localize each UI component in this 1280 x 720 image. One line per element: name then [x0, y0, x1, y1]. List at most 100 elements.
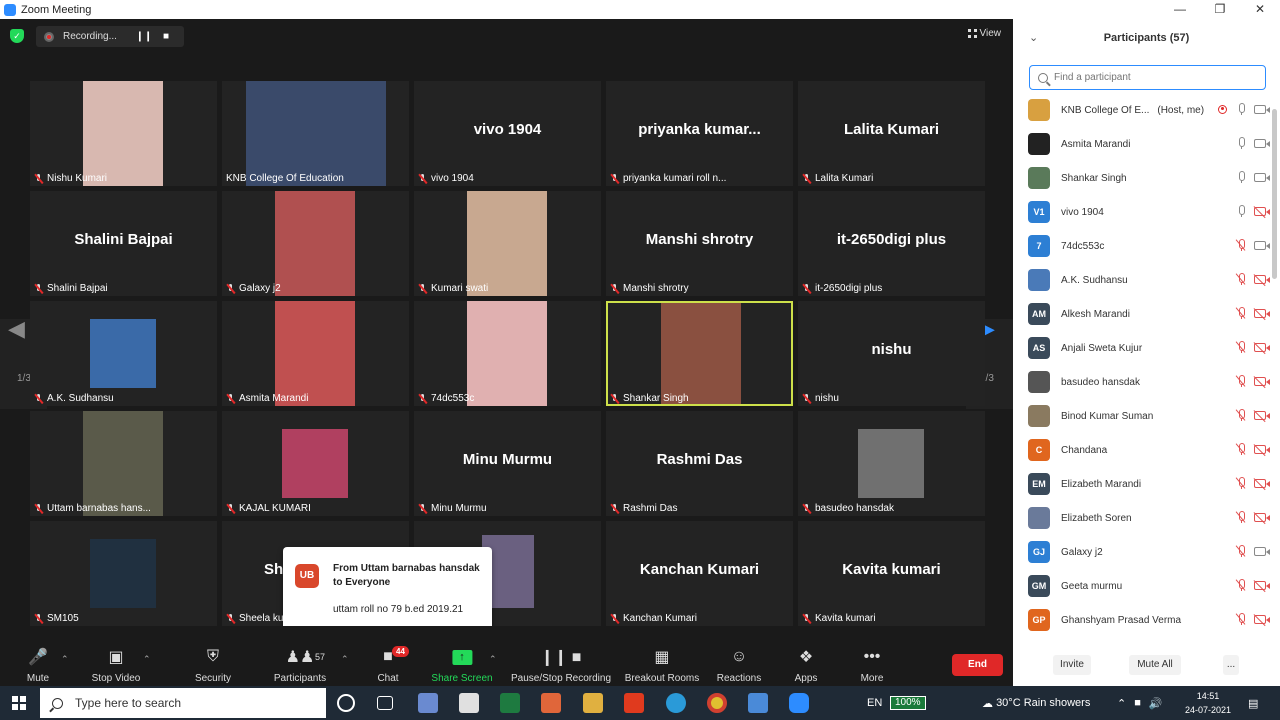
share-options-caret-icon[interactable]: ⌃ — [489, 654, 497, 665]
zoom-taskbar-icon[interactable] — [789, 693, 809, 713]
battery-indicator[interactable]: 100% — [890, 686, 926, 720]
camera-off-icon[interactable] — [1253, 579, 1270, 592]
mic-muted-icon[interactable] — [1235, 375, 1246, 387]
video-tile[interactable]: Galaxy j2 — [222, 191, 409, 296]
participant-row[interactable]: GP Ghanshyam Prasad Verma — [1013, 603, 1271, 637]
participant-row[interactable]: Asmita Marandi — [1013, 127, 1271, 161]
camera-icon[interactable] — [1254, 138, 1270, 148]
participant-row[interactable]: Binod Kumar Suman — [1013, 399, 1271, 433]
clock[interactable]: 14:51 24-07-2021 — [1185, 689, 1231, 717]
language-indicator[interactable]: EN — [867, 686, 882, 720]
camera-icon[interactable] — [1254, 240, 1270, 250]
video-tile[interactable]: Lalita Kumari Lalita Kumari — [798, 81, 985, 186]
panel-more-button[interactable]: ... — [1223, 655, 1239, 675]
video-tile[interactable]: KNB College Of Education — [222, 81, 409, 186]
stop-recording-icon[interactable]: ■ — [155, 31, 177, 42]
video-options-caret-icon[interactable]: ⌃ — [143, 654, 151, 665]
invite-button[interactable]: Invite — [1053, 655, 1091, 675]
office-icon[interactable] — [624, 693, 644, 713]
mic-muted-icon[interactable] — [1235, 341, 1246, 353]
panel-scrollbar[interactable] — [1272, 109, 1277, 279]
video-tile[interactable]: Nishu Kumari — [30, 81, 217, 186]
mic-muted-icon[interactable] — [1235, 409, 1246, 421]
breakout-rooms-button[interactable]: ▦ Breakout Rooms — [625, 646, 699, 684]
video-tile[interactable]: Kanchan Kumari Kanchan Kumari — [606, 521, 793, 626]
mic-icon[interactable] — [1237, 103, 1245, 115]
weather-widget[interactable]: ☁ 30°C Rain showers — [982, 686, 1090, 720]
video-tile[interactable]: it-2650digi plus it-2650digi plus — [798, 191, 985, 296]
participant-search[interactable] — [1029, 65, 1266, 90]
pause-stop-recording-button[interactable]: ❙❙ ■ Pause/Stop Recording — [511, 646, 611, 684]
participant-row[interactable]: basudeo hansdak — [1013, 365, 1271, 399]
video-tile[interactable]: Minu Murmu Minu Murmu — [414, 411, 601, 516]
volume-icon[interactable]: 🔊 — [1149, 697, 1163, 710]
camera-icon[interactable] — [1254, 172, 1270, 182]
notifications-icon[interactable]: ▤ — [1248, 686, 1258, 720]
video-tile[interactable]: Shalini Bajpai Shalini Bajpai — [30, 191, 217, 296]
mute-button[interactable]: 🎤 Mute — [27, 646, 49, 684]
camera-off-icon[interactable] — [1253, 307, 1270, 320]
video-tile[interactable]: Kumari swati — [414, 191, 601, 296]
stop-video-button[interactable]: ▣ Stop Video — [92, 646, 141, 684]
reactions-button[interactable]: ☺ Reactions — [717, 646, 761, 684]
participant-row[interactable]: A.K. Sudhansu — [1013, 263, 1271, 297]
participant-row[interactable]: KNB College Of E... (Host, me) — [1013, 93, 1271, 127]
participant-row[interactable]: GM Geeta murmu — [1013, 569, 1271, 603]
video-tile[interactable]: KAJAL KUMARI — [222, 411, 409, 516]
video-tile[interactable]: Uttam barnabas hans... — [30, 411, 217, 516]
video-tile[interactable]: vivo 1904 vivo 1904 — [414, 81, 601, 186]
video-tile[interactable]: Asmita Marandi — [222, 301, 409, 406]
participant-row[interactable]: AS Anjali Sweta Kujur — [1013, 331, 1271, 365]
chrome-icon[interactable] — [707, 693, 727, 713]
participant-row[interactable]: V1 vivo 1904 — [1013, 195, 1271, 229]
video-tile[interactable]: Manshi shrotry Manshi shrotry — [606, 191, 793, 296]
mic-icon[interactable] — [1237, 171, 1245, 183]
close-icon[interactable]: ✕ — [1240, 0, 1280, 19]
audio-options-caret-icon[interactable]: ⌃ — [61, 654, 69, 665]
camera-icon[interactable] — [1254, 104, 1270, 114]
video-tile[interactable]: 74dc553c — [414, 301, 601, 406]
view-button[interactable]: View — [967, 28, 1001, 39]
mic-icon[interactable] — [1237, 137, 1245, 149]
security-button[interactable]: ⛨ Security — [195, 646, 231, 684]
windows-start-icon[interactable] — [12, 696, 26, 710]
app-orange-icon[interactable] — [541, 693, 561, 713]
participant-row[interactable]: Shankar Singh — [1013, 161, 1271, 195]
excel-icon[interactable] — [500, 693, 520, 713]
camera-off-icon[interactable] — [1253, 511, 1270, 524]
participant-row[interactable]: C Chandana — [1013, 433, 1271, 467]
participants-options-caret-icon[interactable]: ⌃ — [341, 654, 349, 665]
task-view-icon[interactable] — [377, 696, 393, 710]
edge-icon[interactable] — [666, 693, 686, 713]
app-pinned-icon[interactable] — [418, 693, 438, 713]
mic-muted-icon[interactable] — [1235, 239, 1246, 251]
mic-muted-icon[interactable] — [1235, 443, 1246, 455]
cortana-icon[interactable] — [337, 694, 355, 712]
tray-chevron-icon[interactable]: ⌃ — [1117, 697, 1126, 710]
more-button[interactable]: ••• More — [861, 646, 884, 684]
video-tile[interactable]: SM105 — [30, 521, 217, 626]
minimize-icon[interactable]: — — [1160, 0, 1200, 19]
share-screen-button[interactable]: ↑ Share Screen — [431, 646, 493, 684]
camera-off-icon[interactable] — [1253, 341, 1270, 354]
camera-off-icon[interactable] — [1253, 443, 1270, 456]
participant-search-input[interactable] — [1054, 72, 1254, 83]
camera-off-icon[interactable] — [1253, 477, 1270, 490]
pause-recording-icon[interactable]: ❙❙ — [133, 31, 155, 42]
end-meeting-button[interactable]: End — [952, 654, 1003, 676]
maximize-icon[interactable]: ❐ — [1200, 0, 1240, 19]
taskbar-search[interactable]: Type here to search — [40, 688, 326, 718]
video-tile[interactable]: Kavita kumari Kavita kumari — [798, 521, 985, 626]
video-tile[interactable]: Shankar Singh — [606, 301, 793, 406]
mic-icon[interactable] — [1237, 205, 1245, 217]
mic-muted-icon[interactable] — [1235, 307, 1246, 319]
camera-off-icon[interactable] — [1253, 613, 1270, 626]
camera-off-icon[interactable] — [1253, 409, 1270, 422]
participant-row[interactable]: GJ Galaxy j2 — [1013, 535, 1271, 569]
file-explorer-icon[interactable] — [583, 693, 603, 713]
mic-muted-icon[interactable] — [1235, 511, 1246, 523]
mic-muted-icon[interactable] — [1235, 613, 1246, 625]
participant-row[interactable]: Elizabeth Soren — [1013, 501, 1271, 535]
video-tile[interactable]: priyanka kumar... priyanka kumari roll n.… — [606, 81, 793, 186]
apps-button[interactable]: ❖ Apps — [795, 646, 818, 684]
